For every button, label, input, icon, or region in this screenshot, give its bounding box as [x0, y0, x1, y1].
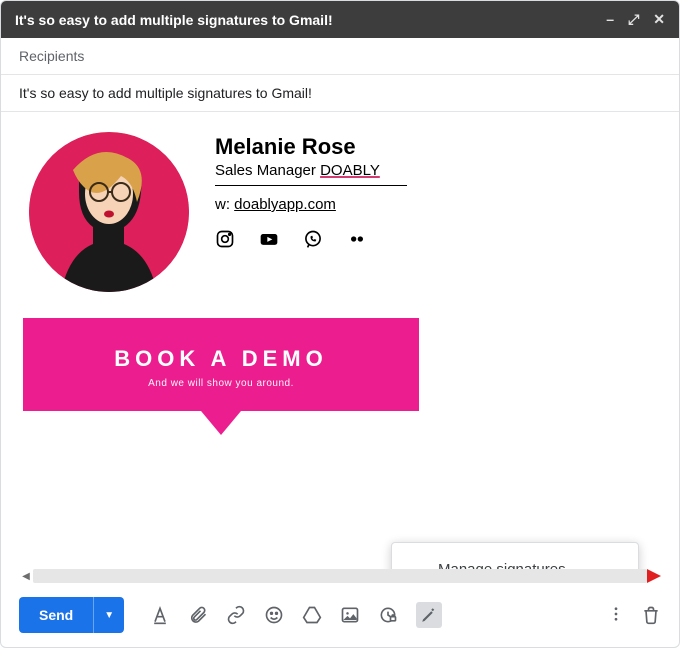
instagram-icon[interactable]: [215, 229, 235, 249]
confidential-mode-icon[interactable]: [378, 605, 398, 625]
insert-link-icon[interactable]: [226, 605, 246, 625]
signature-divider: [215, 185, 407, 186]
discard-draft-icon[interactable]: [641, 605, 661, 625]
scroll-left-icon[interactable]: ◀: [19, 569, 33, 583]
send-button-group: Send ▼: [19, 597, 124, 633]
scroll-right-icon[interactable]: [647, 569, 661, 583]
insert-signature-icon[interactable]: [416, 602, 442, 628]
expand-icon[interactable]: ⤢: [628, 11, 639, 28]
insert-drive-icon[interactable]: [302, 605, 322, 625]
window-titlebar: It's so easy to add multiple signatures …: [1, 1, 679, 38]
signature-role: Sales Manager DOABLY: [215, 162, 407, 179]
more-options-icon[interactable]: [607, 605, 627, 625]
signature-text: Melanie Rose Sales Manager DOABLY w: doa…: [215, 132, 407, 249]
banner-pointer: [201, 411, 241, 435]
compose-window: It's so easy to add multiple signatures …: [0, 0, 680, 648]
flickr-icon[interactable]: [347, 229, 367, 249]
social-icons: [215, 229, 407, 249]
website-link[interactable]: doablyapp.com: [234, 196, 336, 213]
compose-toolbar: Send ▼: [1, 589, 679, 647]
toolbar-right: [607, 605, 661, 625]
menu-manage-signatures[interactable]: Manage signatures: [392, 549, 638, 569]
scroll-track[interactable]: [33, 569, 647, 583]
subject-text: It's so easy to add multiple signatures …: [19, 85, 312, 101]
signature-menu: Manage signatures No signature My signat…: [391, 542, 639, 569]
attach-file-icon[interactable]: [188, 605, 208, 625]
send-button[interactable]: Send: [19, 597, 93, 633]
cta-banner[interactable]: BOOK A DEMO And we will show you around.: [23, 318, 419, 435]
minimize-icon[interactable]: –: [606, 11, 614, 28]
format-text-icon[interactable]: [150, 605, 170, 625]
signature-website: w: doablyapp.com: [215, 196, 407, 213]
close-icon[interactable]: ✕: [653, 11, 665, 28]
send-options-button[interactable]: ▼: [93, 597, 124, 633]
window-title: It's so easy to add multiple signatures …: [15, 12, 606, 28]
message-body[interactable]: Melanie Rose Sales Manager DOABLY w: doa…: [1, 112, 679, 569]
email-signature: Melanie Rose Sales Manager DOABLY w: doa…: [29, 132, 661, 292]
youtube-icon[interactable]: [259, 229, 279, 249]
insert-photo-icon[interactable]: [340, 605, 360, 625]
whatsapp-icon[interactable]: [303, 229, 323, 249]
subject-field[interactable]: It's so easy to add multiple signatures …: [1, 75, 679, 112]
signature-company: DOABLY: [320, 162, 380, 179]
signature-name: Melanie Rose: [215, 134, 407, 160]
recipients-field[interactable]: Recipients: [1, 38, 679, 75]
formatting-tools: [150, 602, 442, 628]
banner-headline: BOOK A DEMO: [33, 346, 409, 372]
window-controls: – ⤢ ✕: [606, 11, 665, 28]
avatar: [29, 132, 189, 292]
banner-subtext: And we will show you around.: [33, 378, 409, 389]
insert-emoji-icon[interactable]: [264, 605, 284, 625]
horizontal-scrollbar[interactable]: ◀: [1, 569, 679, 589]
recipients-placeholder: Recipients: [19, 48, 84, 64]
